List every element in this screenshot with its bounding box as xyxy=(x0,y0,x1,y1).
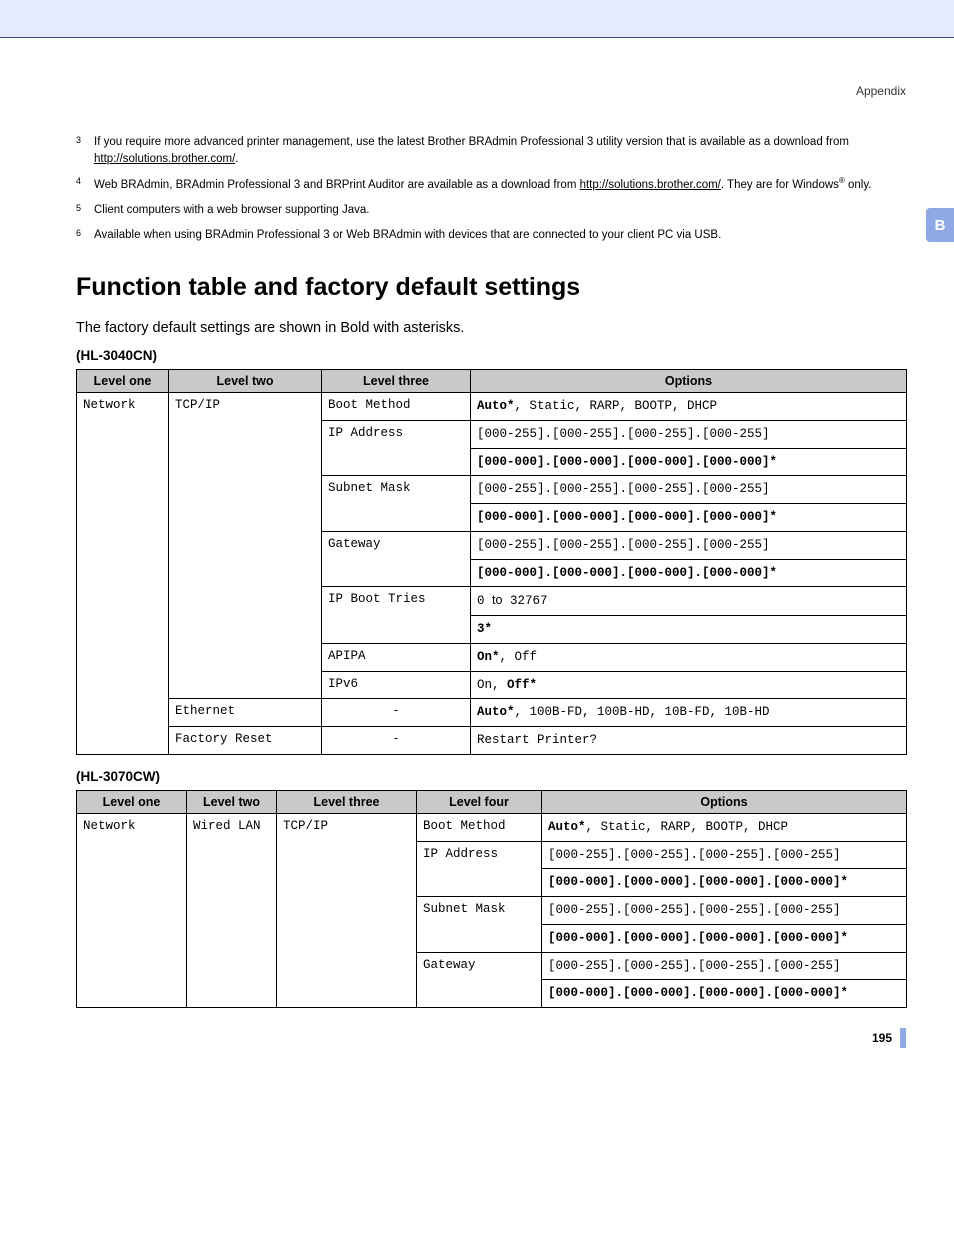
footnote-number: 4 xyxy=(76,175,94,194)
footnote-text: Web BRAdmin, BRAdmin Professional 3 and … xyxy=(94,175,906,194)
function-table-1: Level oneLevel twoLevel threeOptions Netw… xyxy=(76,369,907,755)
footnote-text: If you require more advanced printer man… xyxy=(94,134,906,167)
cell-level-three: APIPA xyxy=(322,643,471,671)
table-header: Level three xyxy=(322,370,471,393)
footnote-text: Client computers with a web browser supp… xyxy=(94,202,906,219)
footnote: 6Available when using BRAdmin Profession… xyxy=(76,227,906,244)
cell-options: On, Off* xyxy=(471,671,907,699)
top-strip xyxy=(0,0,954,38)
cell-options: [000-255].[000-255].[000-255].[000-255] xyxy=(471,531,907,559)
table-header: Level one xyxy=(77,370,169,393)
footnote-number: 6 xyxy=(76,227,94,244)
cell-options: Restart Printer? xyxy=(471,727,907,755)
cell-level-three: IP Address xyxy=(322,420,471,476)
table-header: Level two xyxy=(187,790,277,813)
cell-level-three: Gateway xyxy=(322,531,471,587)
cell-level-one: Network xyxy=(77,393,169,755)
cell-options: [000-000].[000-000].[000-000].[000-000]* xyxy=(542,869,907,897)
cell-options: 0 to 32767 xyxy=(471,587,907,616)
cell-options: Auto*, 100B-FD, 100B-HD, 10B-FD, 10B-HD xyxy=(471,699,907,727)
page-content: Appendix B 3If you require more advanced… xyxy=(0,38,954,1088)
cell-options: Auto*, Static, RARP, BOOTP, DHCP xyxy=(471,393,907,421)
cell-options: [000-255].[000-255].[000-255].[000-255] xyxy=(542,841,907,869)
cell-options: [000-255].[000-255].[000-255].[000-255] xyxy=(471,420,907,448)
footnote-number: 5 xyxy=(76,202,94,219)
function-table-2: Level oneLevel twoLevel threeLevel fourO… xyxy=(76,790,907,1008)
cell-level-one: Network xyxy=(77,813,187,1007)
cell-options: [000-000].[000-000].[000-000].[000-000]* xyxy=(471,504,907,532)
table-header: Level two xyxy=(169,370,322,393)
model-heading-2: (HL-3070CW) xyxy=(76,769,906,784)
cell-level-three: IP Boot Tries xyxy=(322,587,471,644)
footnote-text: Available when using BRAdmin Professiona… xyxy=(94,227,906,244)
footnotes: 3If you require more advanced printer ma… xyxy=(76,134,906,243)
cell-options: [000-000].[000-000].[000-000].[000-000]* xyxy=(542,980,907,1008)
cell-options: [000-255].[000-255].[000-255].[000-255] xyxy=(471,476,907,504)
cell-level-two: Factory Reset xyxy=(169,727,322,755)
cell-options: Auto*, Static, RARP, BOOTP, DHCP xyxy=(542,813,907,841)
cell-level-four: IP Address xyxy=(417,841,542,897)
header-section: Appendix xyxy=(76,84,906,98)
cell-level-four: Subnet Mask xyxy=(417,897,542,953)
cell-level-two: Ethernet xyxy=(169,699,322,727)
table-header: Level one xyxy=(77,790,187,813)
cell-options: On*, Off xyxy=(471,643,907,671)
table-header: Level four xyxy=(417,790,542,813)
cell-level-two: TCP/IP xyxy=(169,393,322,699)
footnote: 4Web BRAdmin, BRAdmin Professional 3 and… xyxy=(76,175,906,194)
page-number: 195 xyxy=(872,1028,906,1048)
table-header: Level three xyxy=(277,790,417,813)
cell-level-three: Subnet Mask xyxy=(322,476,471,532)
cell-level-four: Boot Method xyxy=(417,813,542,841)
footnote: 5Client computers with a web browser sup… xyxy=(76,202,906,219)
model-heading-1: (HL-3040CN) xyxy=(76,348,906,363)
table-header: Options xyxy=(542,790,907,813)
footnote-number: 3 xyxy=(76,134,94,167)
page-title: Function table and factory default setti… xyxy=(76,273,906,302)
cell-options: [000-000].[000-000].[000-000].[000-000]* xyxy=(471,448,907,476)
cell-options: [000-255].[000-255].[000-255].[000-255] xyxy=(542,897,907,925)
cell-level-three: Boot Method xyxy=(322,393,471,421)
cell-options: [000-000].[000-000].[000-000].[000-000]* xyxy=(471,559,907,587)
footnote: 3If you require more advanced printer ma… xyxy=(76,134,906,167)
cell-level-three: - xyxy=(322,727,471,755)
cell-options: 3* xyxy=(471,616,907,644)
table-header: Options xyxy=(471,370,907,393)
cell-level-four: Gateway xyxy=(417,952,542,1008)
cell-options: [000-000].[000-000].[000-000].[000-000]* xyxy=(542,924,907,952)
page-number-wrap: 195 xyxy=(76,1028,906,1048)
cell-level-three: IPv6 xyxy=(322,671,471,699)
appendix-tab: B xyxy=(926,208,954,242)
intro-text: The factory default settings are shown i… xyxy=(76,320,906,336)
cell-level-two: Wired LAN xyxy=(187,813,277,1007)
cell-level-three: TCP/IP xyxy=(277,813,417,1007)
cell-level-three: - xyxy=(322,699,471,727)
cell-options: [000-255].[000-255].[000-255].[000-255] xyxy=(542,952,907,980)
